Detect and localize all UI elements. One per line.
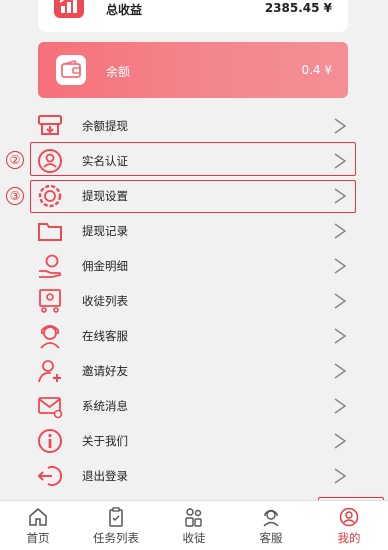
chevron-right-icon	[333, 328, 347, 344]
tab-customer-service[interactable]: 客服	[241, 501, 301, 550]
invite-friend-icon	[36, 357, 64, 385]
menu-item-commission[interactable]: 佣金明细	[0, 248, 388, 283]
menu-label: 邀请好友	[82, 364, 128, 378]
chevron-right-icon	[333, 398, 347, 414]
menu-item-online-support[interactable]: 在线客服	[0, 318, 388, 353]
chevron-right-icon	[333, 468, 347, 484]
tab-home[interactable]: 首页	[8, 501, 68, 550]
menu-label: 余额提现	[82, 119, 128, 133]
info-icon	[36, 427, 64, 455]
menu-label: 退出登录	[82, 469, 128, 483]
task-list-icon	[106, 507, 126, 527]
commission-icon	[36, 252, 64, 280]
folder-icon	[36, 217, 64, 245]
menu-label: 系统消息	[82, 399, 128, 413]
home-icon	[28, 507, 48, 527]
wallet-icon	[56, 55, 86, 85]
tab-apprentice[interactable]: 收徒	[164, 501, 224, 550]
menu-item-apprentice-list[interactable]: 收徒列表	[0, 283, 388, 318]
tab-label: 客服	[259, 531, 283, 545]
mail-icon	[36, 392, 64, 420]
headset-icon	[261, 507, 281, 527]
chevron-right-icon	[333, 223, 347, 239]
total-income-value: 2385.45 ¥	[264, 1, 332, 15]
menu-item-system-messages[interactable]: 系统消息	[0, 388, 388, 423]
balance-label: 余额	[106, 65, 131, 79]
tab-task-list[interactable]: 任务列表	[86, 501, 146, 550]
highlight-box-verify	[30, 142, 356, 176]
chevron-right-icon	[333, 258, 347, 274]
profile-icon	[339, 507, 359, 527]
withdraw-icon	[36, 112, 64, 140]
chevron-right-icon	[333, 433, 347, 449]
annotation-three: ③	[6, 187, 24, 205]
total-income-card: 总收益 2385.45 ¥	[38, 0, 348, 32]
chevron-right-icon	[333, 363, 347, 379]
menu-item-invite-friends[interactable]: 邀请好友	[0, 353, 388, 388]
menu-item-withdraw[interactable]: 余额提现	[0, 108, 388, 143]
menu-label: 收徒列表	[82, 294, 128, 308]
tab-label: 任务列表	[93, 531, 139, 545]
bottom-tab-bar: 首页 任务列表 收徒 客服 我的	[0, 500, 388, 550]
menu-label: 提现记录	[82, 224, 128, 238]
total-income-label: 总收益	[106, 3, 143, 17]
annotation-two: ②	[6, 151, 24, 169]
menu-item-withdraw-records[interactable]: 提现记录	[0, 213, 388, 248]
chevron-right-icon	[333, 118, 347, 134]
apprentice-list-icon	[36, 287, 64, 315]
balance-value: 0.4 ¥	[301, 63, 332, 77]
logout-icon	[36, 462, 64, 490]
menu-label: 在线客服	[82, 329, 128, 343]
tab-label: 首页	[26, 531, 50, 545]
tab-label: 收徒	[182, 531, 206, 545]
apprentice-icon	[184, 507, 204, 527]
tab-profile[interactable]: 我的	[319, 501, 379, 550]
income-chart-icon	[54, 0, 84, 18]
menu-item-logout[interactable]: 退出登录	[0, 458, 388, 493]
highlight-box-withdraw-settings	[30, 180, 356, 213]
balance-card[interactable]: 余额 0.4 ¥	[38, 42, 348, 98]
menu-label: 佣金明细	[82, 259, 128, 273]
tab-label: 我的	[337, 531, 361, 545]
chevron-right-icon	[333, 293, 347, 309]
menu-label: 关于我们	[82, 434, 128, 448]
support-agent-icon	[36, 322, 64, 350]
menu-item-about-us[interactable]: 关于我们	[0, 423, 388, 458]
